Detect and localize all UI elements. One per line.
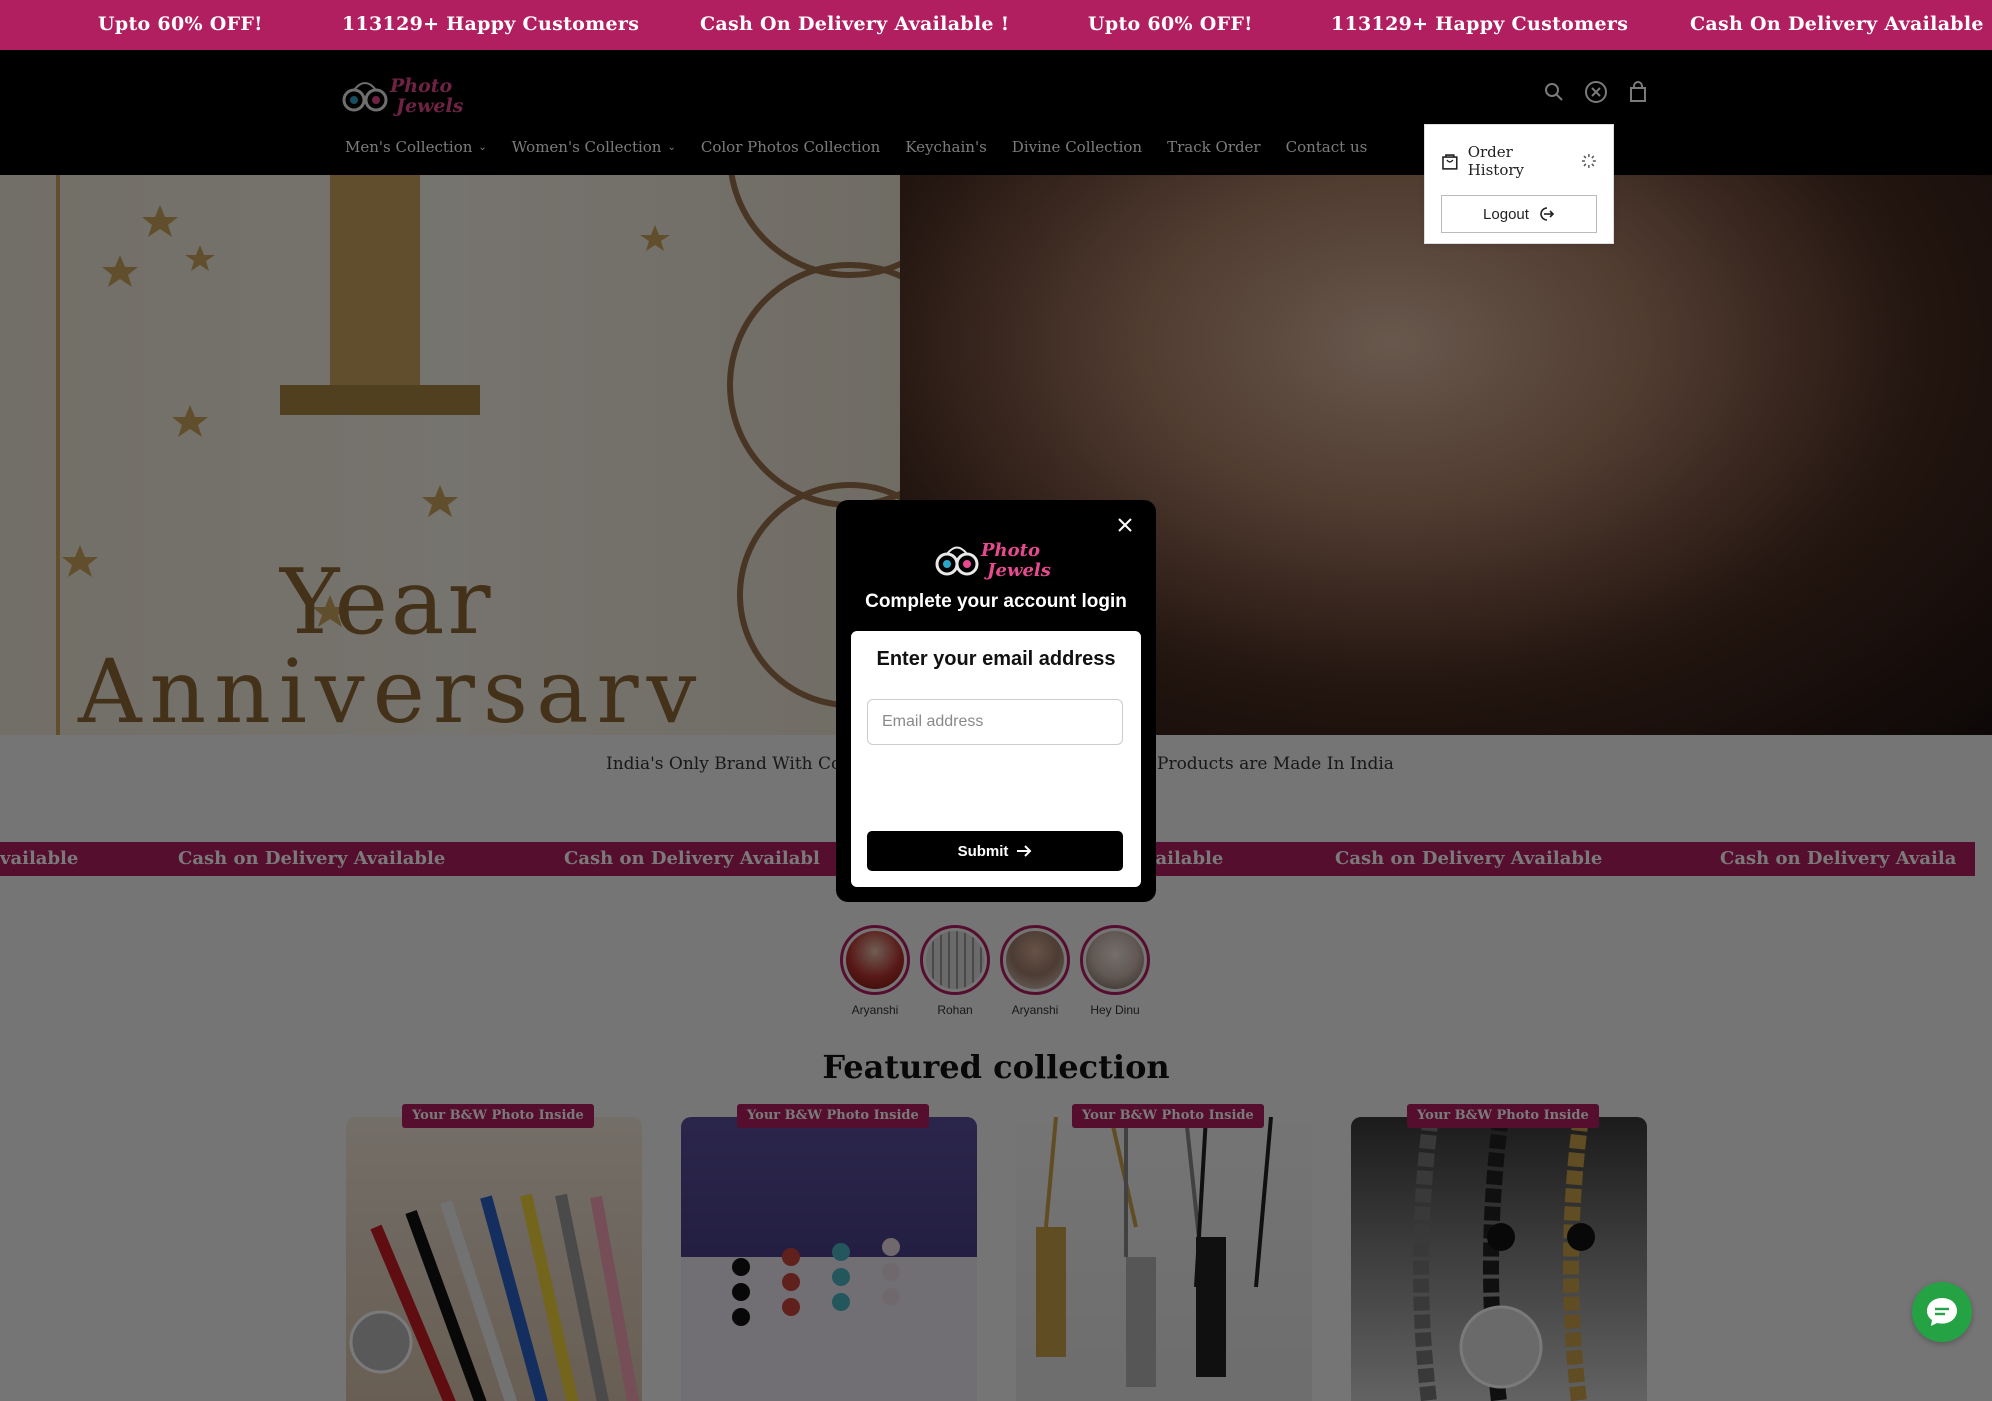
nav-contact-us[interactable]: Contact us	[1286, 138, 1368, 156]
tagline-right: Products are Made In India	[1157, 754, 1394, 774]
logo-text-line1: Photo	[389, 75, 453, 97]
story-item[interactable]: Hey Dinu	[1080, 925, 1150, 1017]
chat-icon	[1927, 1298, 1957, 1326]
page: Upto 60% OFF! 113129+ Happy Customers Ca…	[0, 0, 1992, 1401]
product-image	[1413, 1117, 1595, 1401]
announcement-item: Cash On Delivery Available !	[700, 13, 1010, 35]
story-name: Aryanshi	[1011, 1003, 1059, 1017]
cod-item: Cash on Delivery Availa	[1720, 848, 1957, 869]
cod-item: Cash on Delivery Availabl	[564, 848, 820, 869]
product-image	[349, 1193, 640, 1401]
story-name: Aryanshi	[851, 1003, 899, 1017]
nav-color-photos-collection[interactable]: Color Photos Collection	[701, 138, 880, 156]
story-avatar	[926, 931, 984, 989]
cart-icon[interactable]	[1626, 80, 1650, 104]
main-nav: Men's Collection ⌄ Women's Collection ⌄ Co…	[345, 138, 1367, 156]
story-name: Rohan	[937, 1003, 973, 1017]
search-icon[interactable]	[1542, 80, 1566, 104]
product-badge: Your B&W Photo Inside	[737, 1104, 929, 1128]
logout-icon	[1540, 207, 1555, 221]
nav-divine-collection[interactable]: Divine Collection	[1012, 138, 1142, 156]
modal-logo-text-line1: Photo	[980, 540, 1040, 561]
cod-item: Cash on Delivery Available	[1335, 848, 1603, 869]
product-image	[681, 1238, 977, 1401]
nav-mens-collection[interactable]: Men's Collection ⌄	[345, 138, 487, 156]
product-card[interactable]	[681, 1117, 977, 1401]
bag-icon	[1442, 154, 1458, 170]
loading-spinner-icon	[1582, 154, 1597, 168]
product-image	[1036, 1117, 1273, 1387]
chevron-down-icon: ⌄	[667, 141, 676, 153]
product-badge: Your B&W Photo Inside	[1407, 1104, 1599, 1128]
cod-item: Cash on Delivery Available	[178, 848, 446, 869]
chat-button[interactable]	[1912, 1282, 1972, 1342]
cod-item: vailable	[0, 848, 79, 869]
announcement-item: Upto 60% OFF!	[1088, 13, 1253, 35]
modal-logo: Photo Jewels	[935, 540, 1051, 581]
nav-womens-collection[interactable]: Women's Collection ⌄	[512, 138, 676, 156]
product-card[interactable]	[1016, 1117, 1312, 1401]
cod-item: vailable	[1145, 848, 1224, 869]
site-header: Photo Jewels Men's Collection ⌄ Women's C…	[0, 50, 1992, 175]
email-input[interactable]	[867, 699, 1123, 745]
product-card[interactable]	[1351, 1117, 1647, 1401]
product-badge: Your B&W Photo Inside	[402, 1104, 594, 1128]
story-item[interactable]: Aryanshi	[840, 925, 910, 1017]
stories-row: Aryanshi Rohan Aryanshi Hey Dinu	[840, 925, 1150, 1017]
story-item[interactable]: Aryanshi	[1000, 925, 1070, 1017]
story-item[interactable]: Rohan	[920, 925, 990, 1017]
order-history-label: Order History	[1467, 143, 1524, 179]
product-card[interactable]	[346, 1117, 642, 1401]
story-avatar	[846, 931, 904, 989]
logo-text-line2: Jewels	[393, 95, 464, 117]
story-name: Hey Dinu	[1090, 1003, 1140, 1017]
announcement-item: Upto 60% OFF!	[98, 13, 263, 35]
close-icon[interactable]	[1114, 514, 1136, 536]
hero-anniversary-text: Anniversarv	[78, 640, 705, 735]
arrow-right-icon	[1017, 845, 1032, 857]
story-avatar	[1006, 931, 1064, 989]
submit-button[interactable]: Submit	[867, 831, 1123, 871]
order-history-link[interactable]: Order History	[1441, 143, 1597, 179]
featured-collection-title: Featured collection	[822, 1048, 1170, 1086]
modal-title: Complete your account login	[865, 591, 1127, 612]
submit-label: Submit	[957, 842, 1009, 860]
email-card-title: Enter your email address	[876, 648, 1116, 670]
announcement-item: Cash On Delivery Available !	[1690, 13, 1992, 35]
announcement-item: 113129+ Happy Customers	[1331, 13, 1629, 35]
logout-button[interactable]: Logout	[1441, 195, 1597, 233]
chevron-down-icon: ⌄	[478, 141, 487, 153]
logout-label: Logout	[1483, 205, 1529, 223]
logo[interactable]: Photo Jewels	[340, 70, 470, 120]
announcement-bar: Upto 60% OFF! 113129+ Happy Customers Ca…	[0, 0, 1992, 50]
nav-keychains[interactable]: Keychain's	[905, 138, 986, 156]
account-dropdown: Order History Logout	[1424, 124, 1614, 244]
header-icons	[1542, 80, 1650, 104]
story-avatar	[1086, 931, 1144, 989]
login-modal: Photo Jewels Complete your account login…	[836, 500, 1156, 902]
product-badge: Your B&W Photo Inside	[1072, 1104, 1264, 1128]
nav-track-order[interactable]: Track Order	[1167, 138, 1261, 156]
modal-logo-text-line2: Jewels	[984, 560, 1051, 581]
account-close-icon[interactable]	[1584, 80, 1608, 104]
announcement-item: 113129+ Happy Customers	[342, 13, 640, 35]
tagline-left: India's Only Brand With Co	[606, 754, 842, 774]
email-card: Enter your email address Submit	[851, 631, 1141, 887]
